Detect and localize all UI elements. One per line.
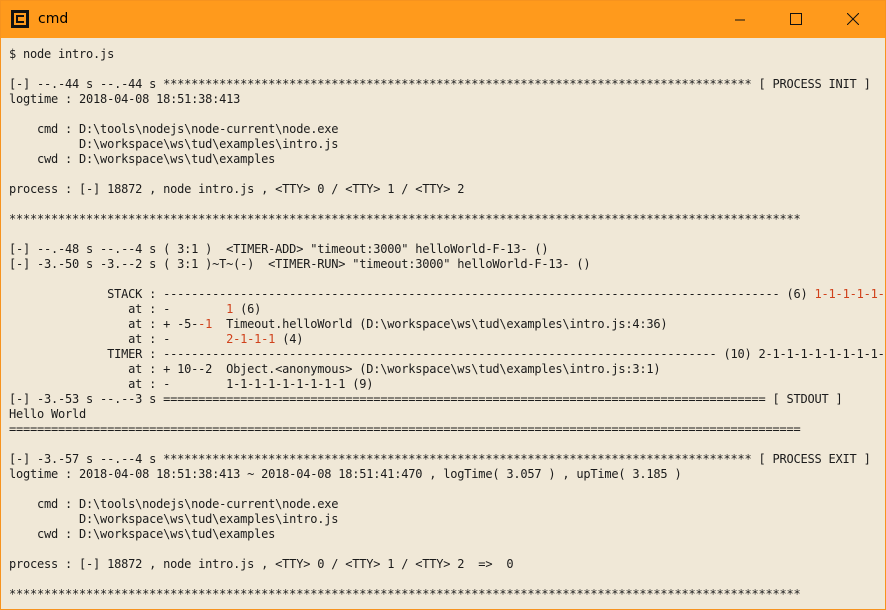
console-output[interactable]: $ node intro.js [-] --.-44 s --.-44 s ***…	[1, 38, 885, 609]
console-text: TIMER : --------------------------------…	[9, 347, 885, 361]
console-line: at : + -5--1 Timeout.helloWorld (D:\work…	[9, 317, 668, 332]
console-line: [-] -3.-57 s --.--4 s ******************…	[9, 452, 871, 467]
console-text: Hello World	[9, 407, 87, 421]
highlight-text: 2-1-1-1	[226, 332, 276, 346]
console-text: D:\workspace\ws\tud\examples\intro.js	[9, 512, 339, 526]
console-text: Timeout.helloWorld (D:\workspace\ws\tud\…	[212, 317, 668, 331]
title-bar[interactable]: cmd	[1, 1, 885, 38]
console-text: at : + 10--2 Object.<anonymous> (D:\work…	[9, 362, 661, 376]
console-text: process : [-] 18872 , node intro.js , <T…	[9, 557, 514, 571]
minimize-button[interactable]	[717, 1, 763, 38]
console-line: ****************************************…	[9, 212, 801, 227]
close-button[interactable]	[830, 1, 876, 38]
console-line: [-] -3.-50 s -3.--2 s ( 3:1 )~T~(-) <TIM…	[9, 257, 591, 272]
console-line: ****************************************…	[9, 587, 801, 602]
close-icon	[846, 10, 860, 29]
console-line: process : [-] 18872 , node intro.js , <T…	[9, 557, 514, 572]
console-line: STACK : --------------------------------…	[9, 287, 885, 302]
console-text: [-] --.-48 s --.--4 s ( 3:1 ) <TIMER-ADD…	[9, 242, 549, 256]
console-text: ****************************************…	[9, 212, 801, 226]
window-title: cmd	[38, 11, 69, 27]
console-line: at : - 1-1-1-1-1-1-1-1-1 (9)	[9, 377, 373, 392]
console-line: cmd : D:\tools\nodejs\node-current\node.…	[9, 122, 338, 137]
console-text: cwd : D:\workspace\ws\tud\examples	[9, 152, 276, 166]
console-text: ****************************************…	[9, 587, 801, 601]
console-line: logtime : 2018-04-08 18:51:38:413	[9, 92, 240, 107]
maximize-button[interactable]	[773, 1, 819, 38]
console-text: D:\workspace\ws\tud\examples\intro.js	[9, 137, 339, 151]
console-line: logtime : 2018-04-08 18:51:38:413 ~ 2018…	[9, 467, 682, 482]
console-text: [-] -3.-53 s --.--3 s ==================…	[9, 392, 843, 406]
console-text: process : [-] 18872 , node intro.js , <T…	[9, 182, 465, 196]
console-line: cwd : D:\workspace\ws\tud\examples	[9, 527, 275, 542]
maximize-icon	[790, 10, 802, 29]
console-line: D:\workspace\ws\tud\examples\intro.js	[9, 137, 338, 152]
console-text: [-] --.-44 s --.-44 s ******************…	[9, 77, 871, 91]
console-text: at : - 1-1-1-1-1-1-1-1-1 (9)	[9, 377, 374, 391]
console-line: Hello World	[9, 407, 86, 422]
console-line: [-] --.-44 s --.-44 s ******************…	[9, 77, 871, 92]
console-text: cmd : D:\tools\nodejs\node-current\node.…	[9, 122, 339, 136]
console-text: $ node intro.js	[9, 47, 115, 61]
console-text: at : -	[9, 302, 227, 316]
console-line: cwd : D:\workspace\ws\tud\examples	[9, 152, 275, 167]
console-line: [-] -3.-53 s --.--3 s ==================…	[9, 392, 843, 407]
console-line: at : - 2-1-1-1 (4)	[9, 332, 303, 347]
console-text: [-] -3.-57 s --.--4 s ******************…	[9, 452, 871, 466]
console-text: STACK : --------------------------------…	[9, 287, 815, 301]
console-text: logtime : 2018-04-08 18:51:38:413 ~ 2018…	[9, 467, 682, 481]
console-text: cwd : D:\workspace\ws\tud\examples	[9, 527, 276, 541]
console-line: TIMER : --------------------------------…	[9, 347, 885, 362]
console-line: process : [-] 18872 , node intro.js , <T…	[9, 182, 465, 197]
console-text: logtime : 2018-04-08 18:51:38:413	[9, 92, 241, 106]
console-text: ========================================…	[9, 422, 801, 436]
console-line: $ node intro.js	[9, 47, 114, 62]
console-app-icon	[11, 10, 29, 28]
console-text: at : -	[9, 332, 227, 346]
console-line: at : - 1 (6)	[9, 302, 261, 317]
console-line: ========================================…	[9, 422, 801, 437]
console-line: [-] --.-48 s --.--4 s ( 3:1 ) <TIMER-ADD…	[9, 242, 549, 257]
console-line: at : + 10--2 Object.<anonymous> (D:\work…	[9, 362, 661, 377]
console-line: D:\workspace\ws\tud\examples\intro.js	[9, 512, 338, 527]
console-text: [-] -3.-50 s -3.--2 s ( 3:1 )~T~(-) <TIM…	[9, 257, 591, 271]
console-text: (6)	[233, 302, 262, 316]
console-text: (4)	[275, 332, 304, 346]
console-text: at : + -5-	[9, 317, 199, 331]
cmd-window: cmd $ node intro.js [-] --.-44 s --.-44 s…	[0, 0, 886, 610]
highlight-text: -1	[198, 317, 213, 331]
minimize-icon	[735, 10, 745, 29]
highlight-text: 1-1-1-1-1-2	[814, 287, 885, 301]
console-text: cmd : D:\tools\nodejs\node-current\node.…	[9, 497, 339, 511]
console-line: cmd : D:\tools\nodejs\node-current\node.…	[9, 497, 338, 512]
